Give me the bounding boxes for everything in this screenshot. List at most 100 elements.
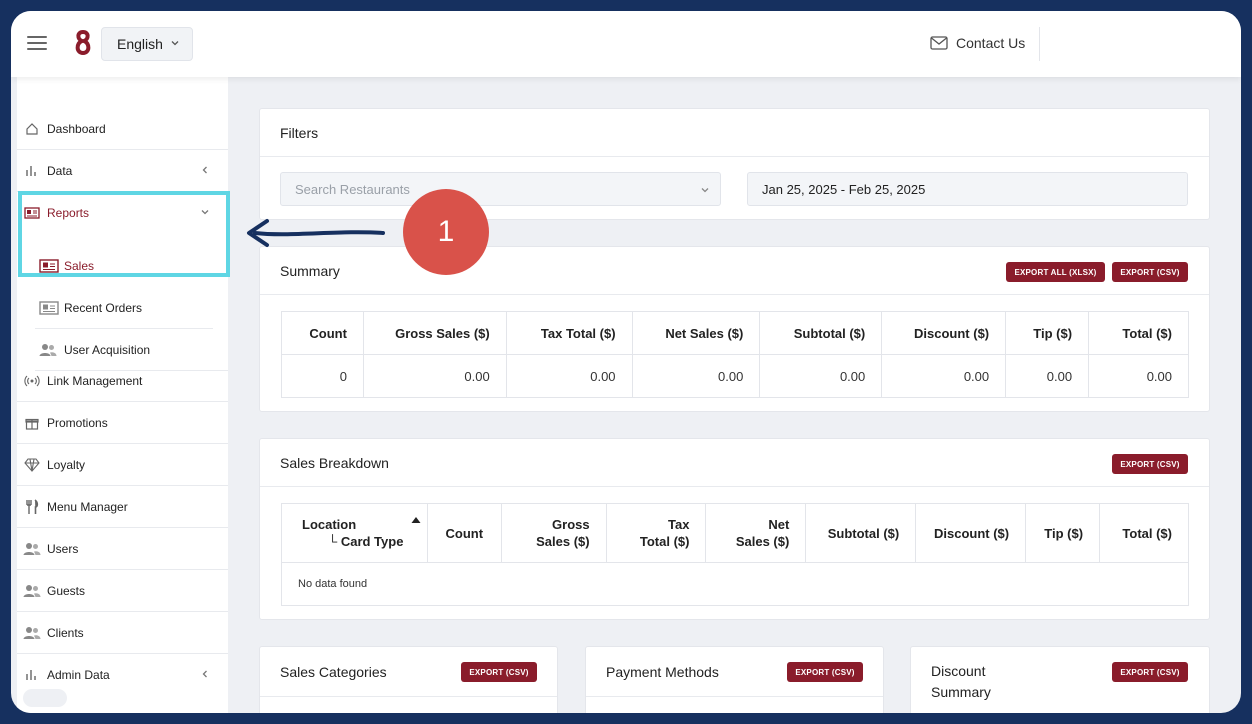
column-header[interactable]: Subtotal ($) [805, 503, 917, 563]
sidebar-item-dashboard[interactable]: Dashboard [17, 108, 228, 150]
contact-us-link[interactable]: Contact Us [930, 35, 1025, 51]
bar-chart-icon [23, 666, 41, 684]
language-label: English [117, 36, 163, 52]
sidebar-item-label: Loyalty [47, 457, 86, 472]
column-header[interactable]: Tax Total ($) [505, 311, 633, 355]
sidebar-item-sales[interactable]: Sales [35, 245, 213, 287]
users-icon [23, 582, 41, 600]
sidebar-item-guests[interactable]: Guests [17, 570, 228, 612]
sidebar-item-reports[interactable]: Reports [17, 192, 228, 234]
app-window: English Contact Us Dashboard Data Report… [11, 11, 1241, 713]
sidebar-item-loyalty[interactable]: Loyalty [17, 444, 228, 486]
report-icon [39, 259, 59, 273]
chevron-down-icon [201, 210, 209, 215]
table-header-row: Location └ Card Type Count Gross Sales (… [281, 503, 1189, 563]
column-header[interactable]: Net Sales ($) [631, 311, 761, 355]
table-header-row: Count Gross Sales ($) Tax Total ($) Net … [281, 311, 1189, 355]
table-cell: 0.00 [759, 354, 883, 398]
annotation-step-badge: 1 [403, 189, 489, 275]
column-header[interactable]: Discount ($) [881, 311, 1007, 355]
table-cell: 0.00 [505, 354, 633, 398]
header-line: Sales ($) [536, 534, 590, 549]
sidebar-item-label: Promotions [47, 415, 108, 430]
report-icon [39, 300, 59, 315]
export-csv-button[interactable]: EXPORT (CSV) [1112, 262, 1188, 282]
column-header[interactable]: Count [426, 503, 502, 563]
column-header[interactable]: Tip ($) [1005, 311, 1090, 355]
export-csv-button[interactable]: EXPORT (CSV) [787, 662, 863, 682]
hamburger-menu-icon[interactable] [27, 36, 47, 50]
utensils-icon [23, 498, 41, 516]
users-icon [23, 624, 41, 642]
chevron-down-icon [701, 188, 709, 193]
date-range-value: Jan 25, 2025 - Feb 25, 2025 [762, 181, 926, 197]
header-line: Sales ($) [735, 534, 790, 549]
export-all-xlsx-button[interactable]: EXPORT ALL (XLSX) [1006, 262, 1105, 282]
sidebar-item-link-management[interactable]: Link Management [17, 360, 228, 402]
date-range-picker[interactable]: Jan 25, 2025 - Feb 25, 2025 [747, 172, 1188, 206]
language-select[interactable]: English [101, 27, 193, 61]
sidebar-scrollbar[interactable] [23, 689, 67, 707]
sidebar-item-label: Dashboard [47, 121, 106, 136]
sidebar-item-data[interactable]: Data [17, 150, 228, 192]
column-header-location[interactable]: Location └ Card Type [281, 503, 428, 563]
report-icon [23, 204, 41, 222]
header-line: Tax [668, 517, 690, 532]
filters-title: Filters [260, 109, 1209, 157]
payment-methods-card: Payment Methods EXPORT (CSV) [585, 646, 884, 713]
broadcast-icon [23, 372, 41, 390]
sidebar-item-label: Reports [47, 206, 90, 220]
table-row-empty: No data found [281, 562, 1189, 606]
sidebar-item-label: Sales [64, 259, 95, 273]
discount-summary-title: Discount Summary [931, 661, 991, 703]
users-icon [39, 343, 59, 357]
sidebar-item-menu-manager[interactable]: Menu Manager [17, 486, 228, 528]
header-line: Gross [552, 517, 590, 532]
column-header[interactable]: Count [281, 311, 364, 355]
column-header[interactable]: Discount ($) [915, 503, 1027, 563]
sidebar-item-recent-orders[interactable]: Recent Orders [35, 287, 213, 329]
breakdown-title: Sales Breakdown [260, 439, 1209, 487]
sidebar-item-label: User Acquisition [64, 342, 151, 357]
table-cell: 0 [281, 354, 364, 398]
sidebar-item-label: Menu Manager [47, 499, 128, 514]
chevron-left-icon [202, 166, 207, 174]
annotation-arrow-icon [247, 219, 385, 247]
sidebar-item-users[interactable]: Users [17, 528, 228, 570]
home-icon [23, 120, 41, 138]
sidebar: Dashboard Data Reports Sales Recent Orde… [17, 77, 228, 713]
chevron-down-icon [171, 41, 179, 46]
table-cell: 0.00 [362, 354, 507, 398]
sidebar-item-label: Guests [47, 583, 86, 598]
sort-ascending-icon[interactable] [411, 516, 421, 524]
column-header-gross-sales[interactable]: Gross Sales ($) [500, 503, 607, 563]
header-line: Net [768, 517, 790, 532]
chevron-left-icon [202, 670, 207, 678]
diamond-icon [23, 456, 41, 474]
restaurant-search-select[interactable]: Search Restaurants [280, 172, 721, 206]
topbar-divider [1039, 27, 1040, 61]
empty-state-text: No data found [281, 562, 1189, 606]
sidebar-item-label: Users [47, 541, 79, 556]
column-header[interactable]: Tip ($) [1025, 503, 1101, 563]
export-csv-button[interactable]: EXPORT (CSV) [1112, 454, 1188, 474]
column-header[interactable]: Subtotal ($) [759, 311, 883, 355]
users-icon [23, 540, 41, 558]
column-header[interactable]: Gross Sales ($) [362, 311, 507, 355]
sidebar-item-label: Link Management [47, 373, 143, 388]
table-cell: 0.00 [631, 354, 761, 398]
card-type-header-label: └ Card Type [328, 534, 404, 549]
column-header[interactable]: Total ($) [1088, 311, 1189, 355]
sidebar-item-label: Clients [47, 625, 84, 640]
column-header[interactable]: Total ($) [1099, 503, 1189, 563]
column-header-tax-total[interactable]: Tax Total ($) [605, 503, 707, 563]
sidebar-item-label: Recent Orders [64, 300, 143, 315]
title-line: Summary [931, 684, 991, 700]
gift-icon [23, 414, 41, 432]
export-csv-button[interactable]: EXPORT (CSV) [461, 662, 537, 682]
sidebar-item-clients[interactable]: Clients [17, 612, 228, 654]
summary-table: Count Gross Sales ($) Tax Total ($) Net … [281, 311, 1189, 398]
sidebar-item-promotions[interactable]: Promotions [17, 402, 228, 444]
export-csv-button[interactable]: EXPORT (CSV) [1112, 662, 1188, 682]
column-header-net-sales[interactable]: Net Sales ($) [705, 503, 807, 563]
